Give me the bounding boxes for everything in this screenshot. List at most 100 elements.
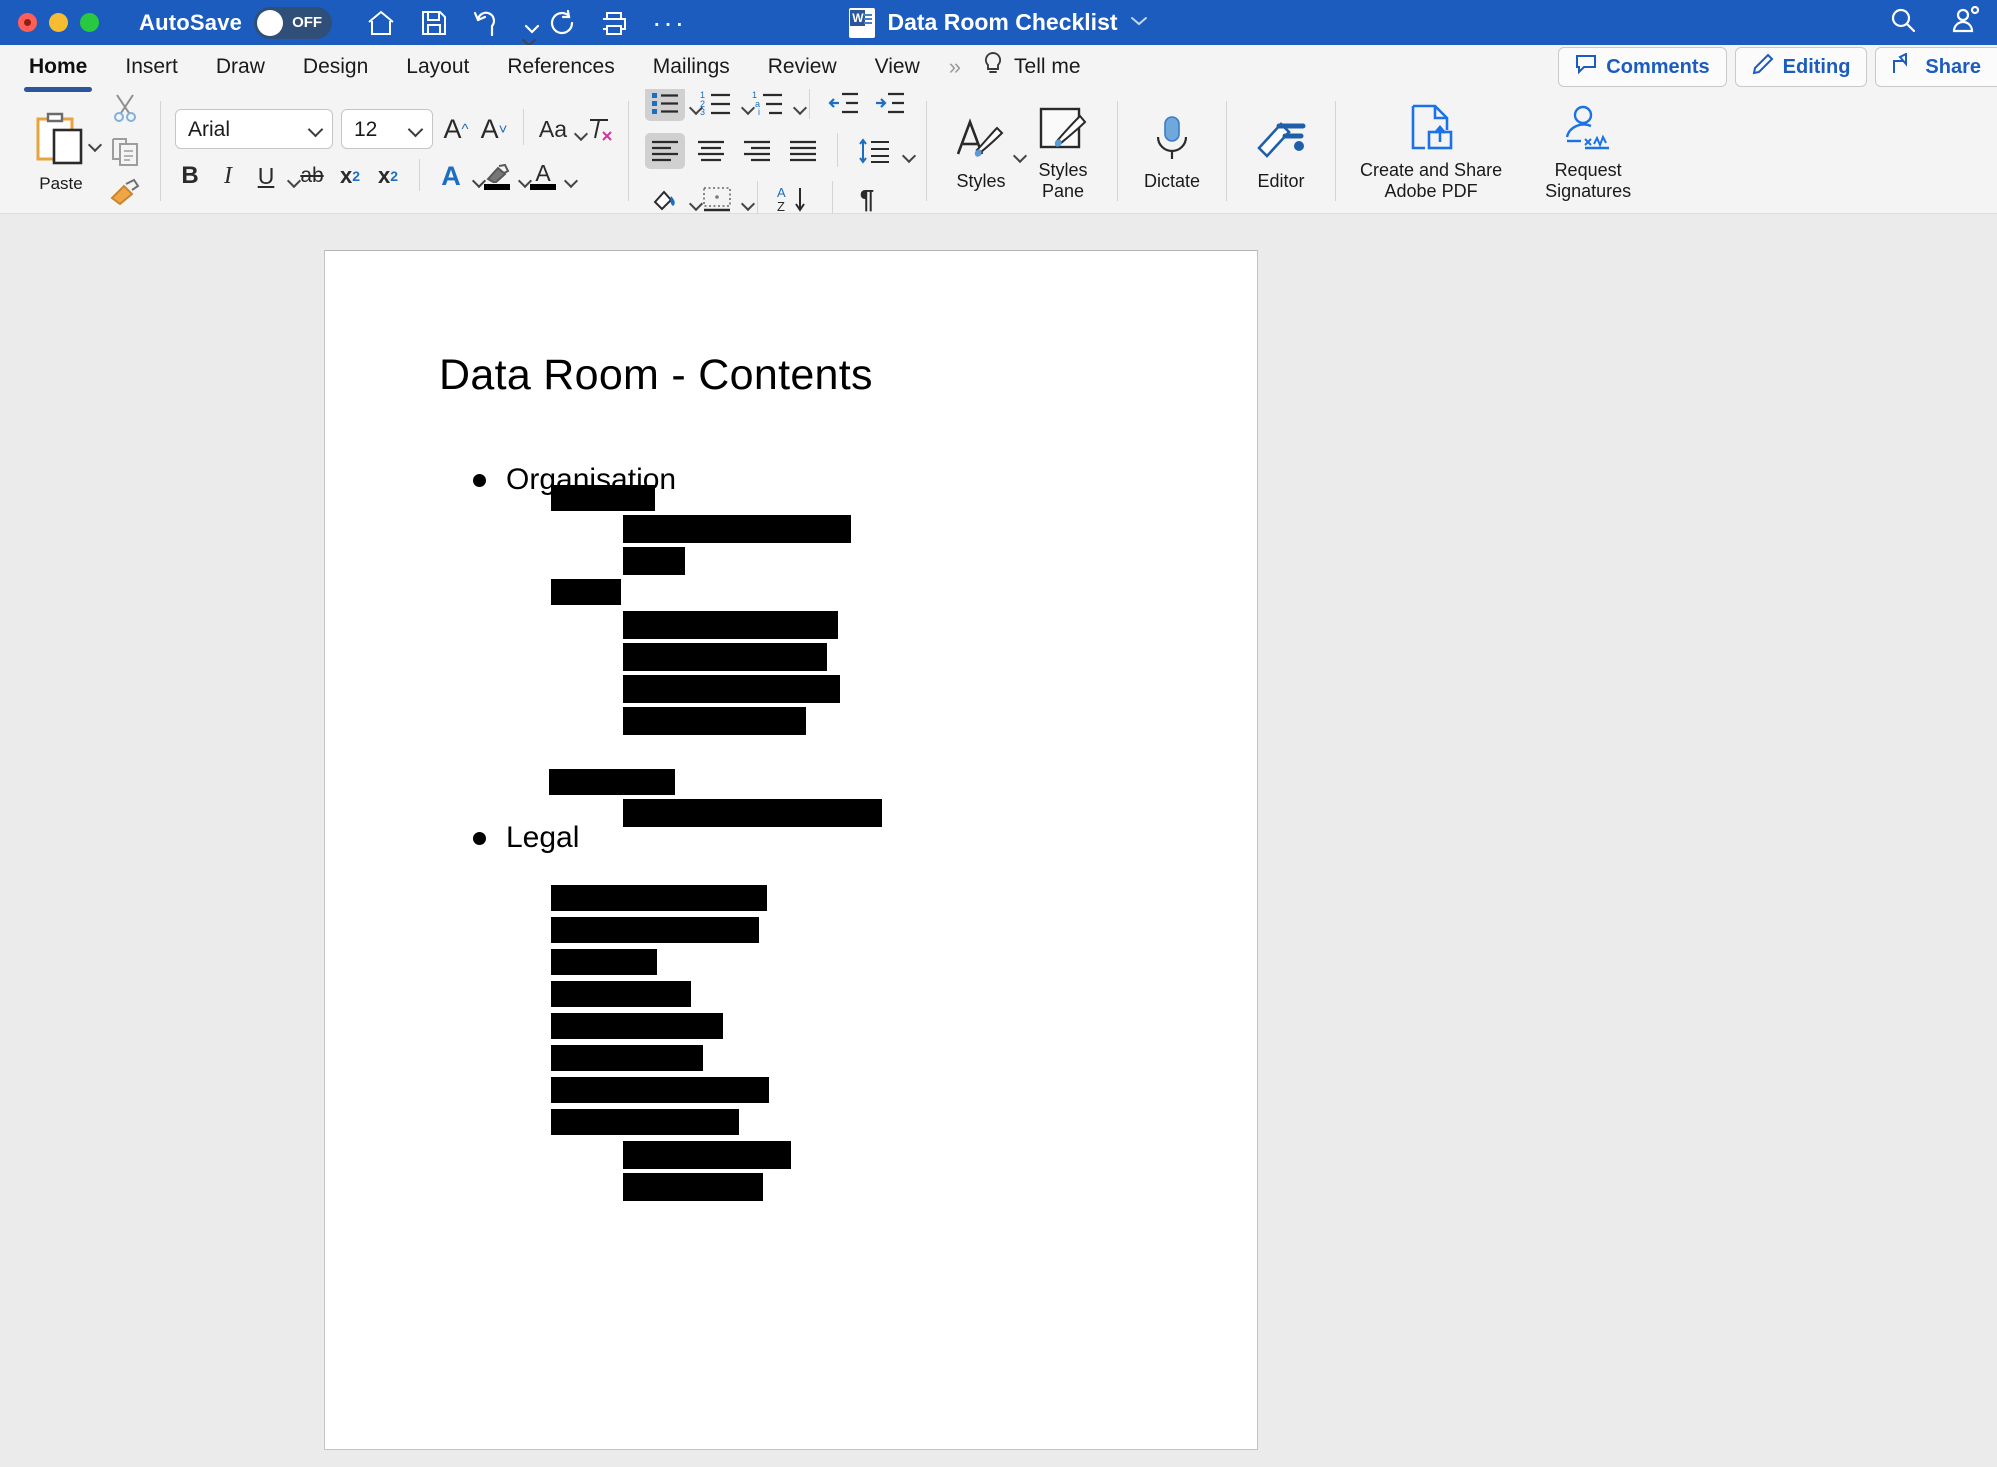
document-page[interactable]: Data Room - Contents Organisation Legal	[324, 250, 1258, 1450]
text-effects-button[interactable]: A	[436, 159, 466, 193]
autosave-label: AutoSave	[139, 10, 242, 36]
superscript-button[interactable]: x2	[373, 159, 403, 193]
account-icon[interactable]	[1951, 6, 1979, 39]
align-center-button[interactable]	[691, 133, 731, 169]
font-color-button[interactable]: A	[528, 159, 558, 193]
bold-button[interactable]: B	[175, 159, 205, 193]
bullet-point-icon	[473, 832, 486, 845]
shrink-font-button[interactable]: A˅	[479, 112, 509, 146]
clear-formatting-icon[interactable]	[584, 112, 614, 146]
multilevel-list-button[interactable]: 1 a i	[749, 85, 789, 121]
tab-view[interactable]: View	[856, 45, 939, 89]
change-case-label: Aa	[539, 116, 567, 143]
redacted-text-bar	[623, 515, 851, 543]
shrink-font-label: A	[481, 114, 499, 145]
word-app-icon	[849, 8, 875, 38]
tab-references-label: References	[507, 55, 614, 79]
numbered-list-button[interactable]: 1 2 3	[697, 85, 737, 121]
title-bar: AutoSave OFF	[0, 0, 1997, 45]
format-painter-icon[interactable]	[108, 178, 142, 211]
tell-me-button[interactable]: Tell me	[968, 50, 1095, 84]
search-icon[interactable]	[1889, 6, 1917, 39]
autosave-toggle-knob	[257, 10, 283, 36]
justify-button[interactable]	[783, 133, 823, 169]
tab-overflow-icon[interactable]: »	[939, 54, 968, 80]
comments-button[interactable]: Comments	[1558, 47, 1726, 87]
save-icon[interactable]	[420, 9, 448, 37]
close-window-button[interactable]	[18, 13, 37, 32]
styles-pane-label: Styles Pane	[1038, 160, 1087, 201]
tab-mailings[interactable]: Mailings	[634, 45, 749, 89]
page-title: Data Room - Contents	[439, 351, 873, 400]
redacted-text-bar	[623, 1141, 791, 1169]
font-family-select[interactable]: Arial	[175, 109, 333, 149]
font-size-select[interactable]: 12	[341, 109, 433, 149]
microphone-icon	[1148, 111, 1196, 167]
highlight-icon[interactable]	[482, 159, 512, 193]
redacted-text-bar	[551, 1077, 769, 1103]
shading-button[interactable]	[645, 181, 685, 217]
decrease-indent-button[interactable]	[824, 85, 864, 121]
comments-label: Comments	[1606, 56, 1709, 79]
title-dropdown-icon[interactable]	[1130, 14, 1148, 32]
paste-icon	[32, 109, 86, 172]
borders-button[interactable]	[697, 181, 737, 217]
font-row-2: B I U ab x2 x2 A A	[175, 159, 614, 193]
tab-layout-label: Layout	[406, 55, 469, 79]
maximize-window-button[interactable]	[80, 13, 99, 32]
redo-icon[interactable]	[548, 9, 576, 37]
underline-button[interactable]: U	[251, 159, 281, 193]
show-formatting-marks-button[interactable]: ¶	[847, 181, 887, 217]
document-canvas[interactable]: Data Room - Contents Organisation Legal	[0, 214, 1997, 1466]
tab-design[interactable]: Design	[284, 45, 387, 89]
change-case-button[interactable]: Aa	[538, 112, 568, 146]
redacted-text-bar	[551, 579, 621, 605]
pencil-icon	[1752, 53, 1774, 81]
subscript-button[interactable]: x2	[335, 159, 365, 193]
adobe-pdf-icon	[1405, 100, 1457, 156]
share-button[interactable]: Share	[1875, 47, 1997, 87]
tab-review-label: Review	[768, 55, 837, 79]
redacted-text-bar	[551, 1109, 739, 1135]
tab-home[interactable]: Home	[10, 45, 106, 89]
bullet-list-button[interactable]	[645, 85, 685, 121]
italic-button[interactable]: I	[213, 159, 243, 193]
editing-button[interactable]: Editing	[1735, 47, 1868, 87]
align-right-button[interactable]	[737, 133, 777, 169]
group-divider-2	[628, 101, 629, 201]
redacted-text-bar	[551, 917, 759, 943]
window-controls[interactable]	[18, 13, 99, 32]
font-color-label: A	[535, 163, 550, 183]
redacted-text-bar	[551, 485, 655, 511]
print-icon[interactable]	[600, 10, 628, 36]
more-options-icon[interactable]: ···	[652, 17, 686, 29]
request-signatures-button[interactable]: Request Signatures	[1518, 89, 1658, 213]
autosave-toggle[interactable]: OFF	[254, 7, 332, 39]
editor-icon	[1255, 111, 1307, 167]
styles-pane-button[interactable]: Styles Pane	[1017, 89, 1109, 213]
redacted-text-bar	[623, 1173, 763, 1201]
ribbon: Paste Arial	[0, 89, 1997, 214]
home-icon[interactable]	[366, 9, 396, 37]
align-left-button[interactable]	[645, 133, 685, 169]
tab-insert[interactable]: Insert	[106, 45, 197, 89]
line-spacing-button[interactable]	[852, 133, 898, 169]
tab-references[interactable]: References	[488, 45, 633, 89]
create-share-adobe-pdf-button[interactable]: Create and Share Adobe PDF	[1344, 89, 1518, 213]
tab-draw[interactable]: Draw	[197, 45, 284, 89]
styles-button[interactable]: Styles	[935, 89, 1027, 213]
tab-layout[interactable]: Layout	[387, 45, 488, 89]
cut-icon[interactable]	[109, 92, 141, 129]
editor-button[interactable]: Editor	[1235, 89, 1327, 213]
dictate-button[interactable]: Dictate	[1126, 89, 1218, 213]
increase-indent-button[interactable]	[870, 85, 910, 121]
paste-button[interactable]: Paste	[18, 109, 104, 194]
copy-icon[interactable]	[109, 135, 141, 172]
strikethrough-button[interactable]: ab	[297, 159, 327, 193]
tab-review[interactable]: Review	[749, 45, 856, 89]
sort-button[interactable]: A Z	[772, 181, 818, 217]
font-row-1: Arial 12 A^ A˅ Aa	[175, 109, 614, 149]
minimize-window-button[interactable]	[49, 13, 68, 32]
grow-font-button[interactable]: A^	[441, 112, 471, 146]
undo-icon[interactable]	[472, 8, 500, 38]
